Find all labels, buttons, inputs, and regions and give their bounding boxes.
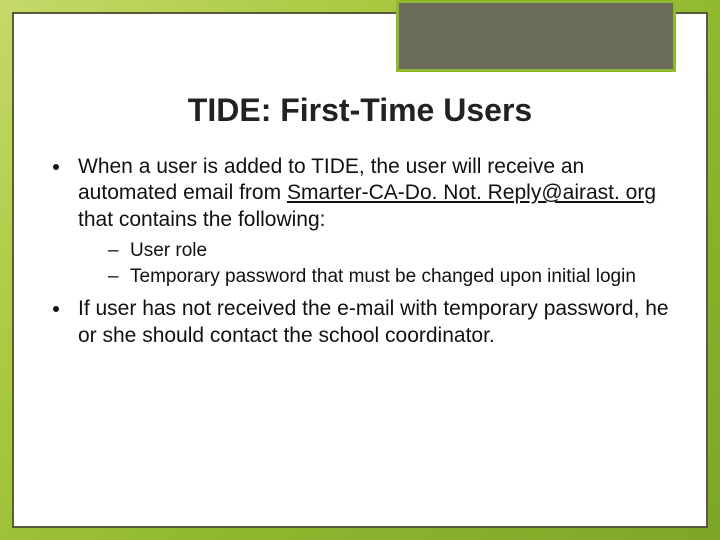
bullet-item-2: If user has not received the e-mail with… [72, 296, 676, 349]
slide-inner-frame: TIDE: First-Time Users When a user is ad… [12, 12, 708, 528]
sub-bullet-2: Temporary password that must be changed … [108, 265, 676, 289]
slide-title: TIDE: First-Time Users [14, 92, 706, 129]
slide-content: When a user is added to TIDE, the user w… [44, 154, 676, 353]
sub-bullet-1: User role [108, 239, 676, 263]
bullet-1-text-post: that contains the following: [78, 208, 326, 231]
sub-bullet-list: User role Temporary password that must b… [78, 239, 676, 289]
bullet-list: When a user is added to TIDE, the user w… [44, 154, 676, 349]
bullet-item-1: When a user is added to TIDE, the user w… [72, 154, 676, 288]
slide-background: TIDE: First-Time Users When a user is ad… [0, 0, 720, 540]
email-link[interactable]: Smarter-CA-Do. Not. Reply@airast. org [287, 181, 656, 204]
decorative-corner-box [396, 0, 676, 72]
